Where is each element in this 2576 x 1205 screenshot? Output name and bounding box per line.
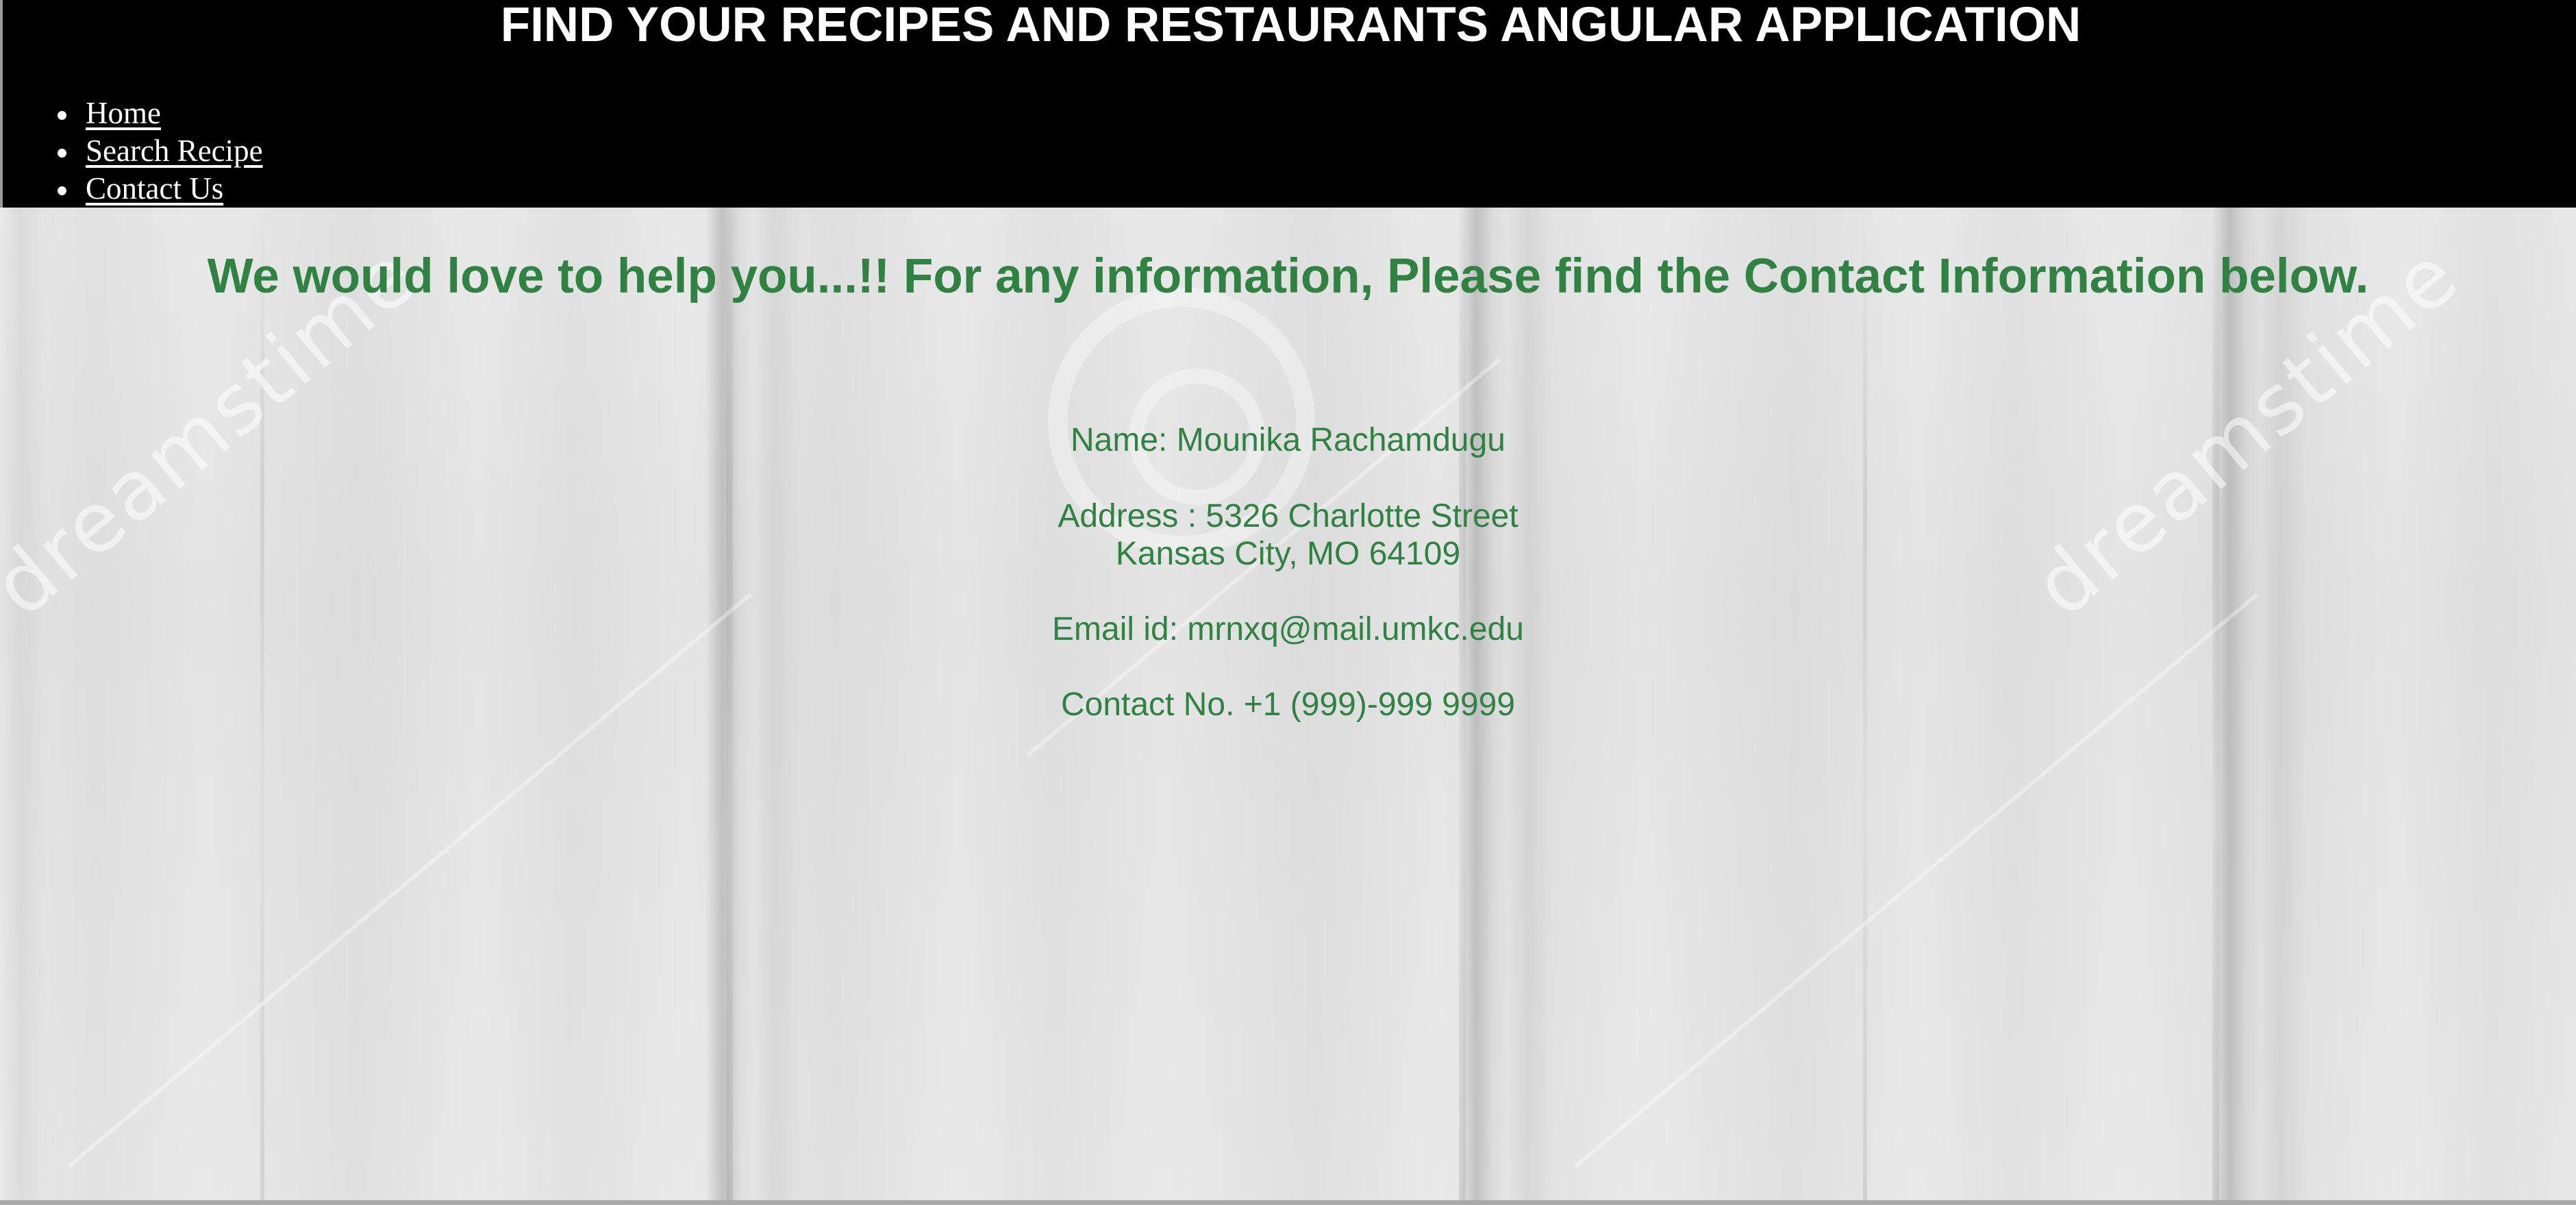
watermark-line: [1574, 593, 2259, 1169]
contact-headline: We would love to help you...!! For any i…: [207, 249, 2369, 303]
nav-item-search-recipe: Search Recipe: [3, 132, 263, 170]
contact-address-line2: Kansas City, MO 64109: [1115, 536, 1461, 572]
app-title: FIND YOUR RECIPES AND RESTAURANTS ANGULA…: [500, 0, 2081, 52]
contact-phone: Contact No. +1 (999)-999 9999: [1060, 686, 1516, 723]
contact-name: Name: Mounika Rachamdugu: [1071, 422, 1505, 458]
nav-link-search-recipe[interactable]: Search Recipe: [86, 134, 263, 168]
nav-item-contact-us: Contact Us: [3, 170, 263, 208]
contact-email: Email id: mrnxq@mail.umkc.edu: [1052, 611, 1524, 647]
page: dreamstime dreamstime FIND YOUR RECIPES …: [0, 0, 2576, 1205]
nav-link-home[interactable]: Home: [86, 96, 161, 130]
main-nav: Home Search Recipe Contact Us: [3, 95, 263, 208]
nav-link-contact-us[interactable]: Contact Us: [86, 171, 223, 206]
site-header: FIND YOUR RECIPES AND RESTAURANTS ANGULA…: [0, 0, 2576, 208]
horizontal-scrollbar[interactable]: [0, 1200, 2576, 1205]
watermark-line: [67, 593, 752, 1169]
contact-address-line1: Address : 5326 Charlotte Street: [1058, 498, 1518, 534]
nav-item-home: Home: [3, 95, 263, 132]
